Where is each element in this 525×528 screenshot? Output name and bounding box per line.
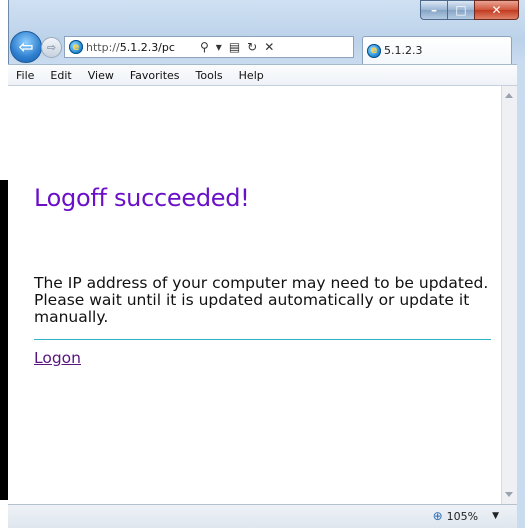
zoom-icon: ⊕ [432, 509, 443, 523]
menu-favorites[interactable]: Favorites [122, 69, 188, 82]
search-icon[interactable]: ⚲ [200, 40, 209, 54]
tab-active[interactable]: e 5.1.2.3 [362, 36, 512, 64]
logon-link[interactable]: Logon [34, 349, 81, 367]
maximize-icon: □ [455, 3, 467, 17]
menu-file[interactable]: File [8, 69, 42, 82]
scroll-down-icon[interactable] [505, 492, 513, 497]
maximize-button[interactable]: □ [447, 0, 474, 20]
forward-arrow-icon: ⇨ [46, 41, 57, 54]
menu-tools[interactable]: Tools [188, 69, 231, 82]
stop-icon[interactable]: ✕ [264, 40, 274, 54]
url-host: 5.1.2.3/pc [119, 40, 175, 54]
scroll-up-icon[interactable] [505, 93, 513, 98]
minimize-icon: – [431, 3, 437, 17]
address-url[interactable]: http://5.1.2.3/pc [86, 41, 196, 54]
ie-logo-icon: e [69, 40, 83, 54]
status-bar: ⊕ 105% ▼ [8, 504, 517, 528]
refresh-icon[interactable]: ↻ [247, 40, 257, 54]
dropdown-icon[interactable]: ▾ [216, 40, 222, 54]
ie-logo-icon: e [367, 43, 381, 58]
menu-edit[interactable]: Edit [42, 69, 79, 82]
vertical-scrollbar[interactable] [501, 86, 517, 504]
url-scheme: http:// [86, 40, 120, 54]
forward-button[interactable]: ⇨ [41, 37, 62, 58]
minimize-button[interactable]: – [420, 0, 447, 20]
address-bar[interactable]: e http://5.1.2.3/pc ⚲ ▾ ▤ ↻ ✕ [64, 36, 354, 58]
divider [34, 339, 491, 340]
desktop-edge [0, 0, 8, 528]
tab-title: 5.1.2.3 [384, 44, 423, 57]
close-icon: ✕ [491, 3, 502, 17]
menu-bar: File Edit View Favorites Tools Help [8, 64, 517, 86]
page-title: Logoff succeeded! [34, 184, 250, 212]
caption-buttons: – □ ✕ [420, 0, 519, 20]
zoom-level: 105% [446, 509, 479, 523]
address-tools: ⚲ ▾ ▤ ↻ ✕ [200, 40, 274, 54]
zoom-dropdown-icon[interactable]: ▼ [492, 511, 499, 521]
back-arrow-icon: ⇦ [18, 36, 34, 58]
compatibility-icon[interactable]: ▤ [229, 40, 240, 54]
menu-help[interactable]: Help [231, 69, 272, 82]
status-message: The IP address of your computer may need… [34, 274, 489, 326]
menu-view[interactable]: View [80, 69, 122, 82]
zoom-control[interactable]: ⊕ 105% ▼ [433, 509, 499, 523]
page-content: Logoff succeeded! The IP address of your… [8, 86, 501, 504]
close-button[interactable]: ✕ [474, 0, 519, 20]
back-button[interactable]: ⇦ [10, 31, 42, 63]
